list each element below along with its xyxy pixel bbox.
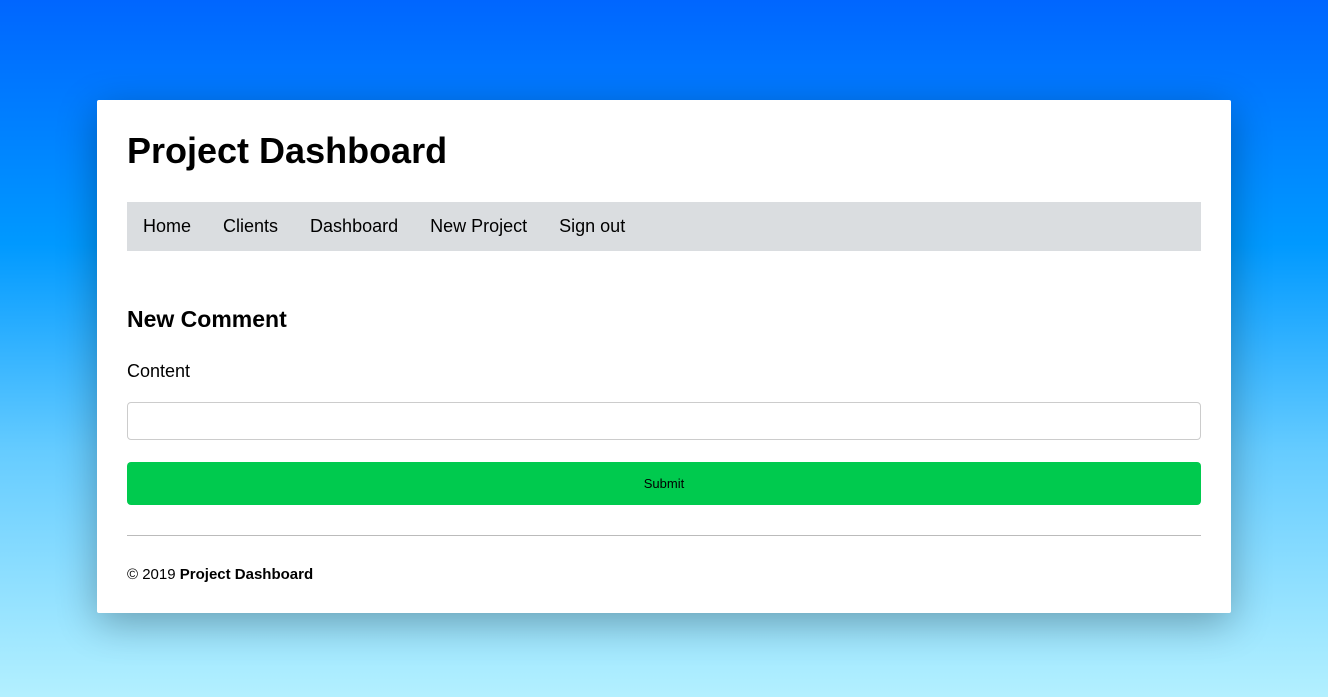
form-heading: New Comment xyxy=(127,306,1201,333)
nav-home[interactable]: Home xyxy=(127,202,207,251)
content-label: Content xyxy=(127,361,1201,382)
nav-new-project[interactable]: New Project xyxy=(414,202,543,251)
main-nav: Home Clients Dashboard New Project Sign … xyxy=(127,202,1201,251)
footer-separator xyxy=(127,535,1201,536)
nav-sign-out[interactable]: Sign out xyxy=(543,202,641,251)
footer: © 2019 Project Dashboard xyxy=(127,566,1201,583)
nav-clients[interactable]: Clients xyxy=(207,202,294,251)
main-card: Project Dashboard Home Clients Dashboard… xyxy=(97,100,1231,613)
app-title: Project Dashboard xyxy=(127,130,1201,172)
content-input[interactable] xyxy=(127,402,1201,440)
submit-button[interactable]: Submit xyxy=(127,462,1201,505)
footer-copyright-prefix: © 2019 xyxy=(127,566,180,583)
footer-brand: Project Dashboard xyxy=(180,566,313,583)
nav-dashboard[interactable]: Dashboard xyxy=(294,202,414,251)
